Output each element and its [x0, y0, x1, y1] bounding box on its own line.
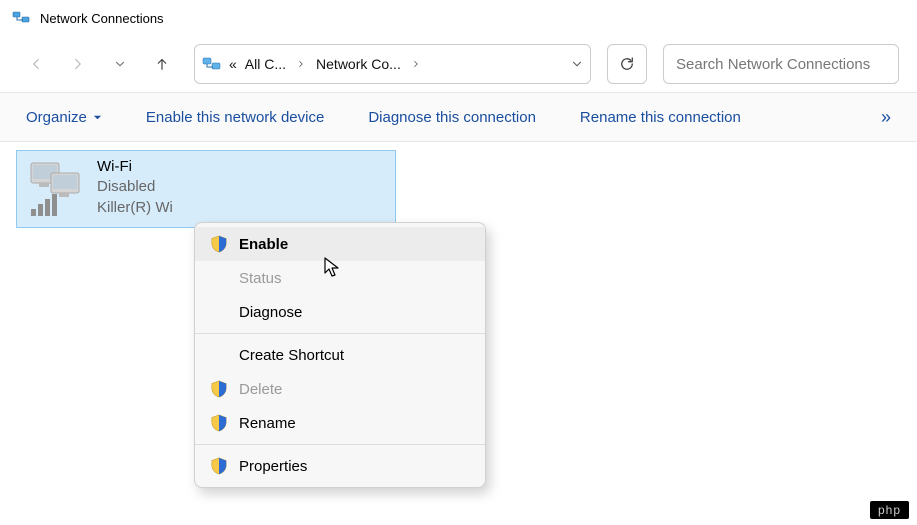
adapter-hardware: Killer(R) Wi [97, 198, 173, 218]
context-menu-separator [195, 444, 485, 445]
chevron-right-icon[interactable] [407, 45, 425, 83]
breadcrumb-seg-2[interactable]: Network Co... [314, 56, 403, 72]
ctx-diagnose-label: Diagnose [239, 304, 302, 321]
search-input[interactable]: Search Network Connections [663, 44, 899, 84]
title-bar: Network Connections [0, 0, 917, 36]
ctx-status-label: Status [239, 270, 282, 287]
ctx-create-shortcut-label: Create Shortcut [239, 347, 344, 364]
address-dropdown-button[interactable] [570, 57, 584, 71]
context-menu-separator [195, 333, 485, 334]
recent-locations-button[interactable] [102, 46, 138, 82]
ctx-rename-label: Rename [239, 415, 296, 432]
ctx-enable[interactable]: Enable [195, 227, 485, 261]
watermark: php [870, 501, 909, 519]
location-icon [201, 53, 223, 75]
adapter-name: Wi-Fi [97, 157, 173, 177]
diagnose-connection-button[interactable]: Diagnose this connection [368, 109, 536, 126]
ctx-properties-label: Properties [239, 458, 307, 475]
shield-icon [209, 413, 229, 433]
breadcrumb-prefix: « [227, 56, 239, 72]
forward-button[interactable] [60, 46, 96, 82]
adapter-status: Disabled [97, 177, 173, 197]
address-bar[interactable]: « All C... Network Co... [194, 44, 591, 84]
ctx-delete: Delete [195, 372, 485, 406]
shield-icon [209, 379, 229, 399]
navigation-row: « All C... Network Co... Search Network … [0, 36, 917, 92]
organize-label: Organize [26, 109, 87, 126]
shield-icon [209, 234, 229, 254]
ctx-rename[interactable]: Rename [195, 406, 485, 440]
network-connections-app-icon [12, 9, 30, 27]
refresh-button[interactable] [607, 44, 647, 84]
command-bar: Organize Enable this network device Diag… [0, 92, 917, 142]
enable-device-button[interactable]: Enable this network device [146, 109, 324, 126]
ctx-enable-label: Enable [239, 236, 288, 253]
up-button[interactable] [144, 46, 180, 82]
ctx-status: Status [195, 261, 485, 295]
ctx-create-shortcut[interactable]: Create Shortcut [195, 338, 485, 372]
organize-menu[interactable]: Organize [26, 109, 102, 126]
context-menu: Enable Status Diagnose Create Shortcut D… [194, 222, 486, 488]
network-adapter-icon [25, 157, 89, 219]
back-button[interactable] [18, 46, 54, 82]
adapter-details: Wi-Fi Disabled Killer(R) Wi [97, 157, 173, 221]
ctx-diagnose[interactable]: Diagnose [195, 295, 485, 329]
breadcrumb-seg-1[interactable]: All C... [243, 56, 288, 72]
search-placeholder: Search Network Connections [676, 56, 870, 73]
overflow-button[interactable]: » [881, 107, 891, 128]
shield-icon [209, 456, 229, 476]
ctx-delete-label: Delete [239, 381, 282, 398]
adapter-item-wifi[interactable]: Wi-Fi Disabled Killer(R) Wi [16, 150, 396, 228]
chevron-right-icon[interactable] [292, 45, 310, 83]
rename-connection-button[interactable]: Rename this connection [580, 109, 741, 126]
ctx-properties[interactable]: Properties [195, 449, 485, 483]
window-title: Network Connections [40, 11, 164, 26]
